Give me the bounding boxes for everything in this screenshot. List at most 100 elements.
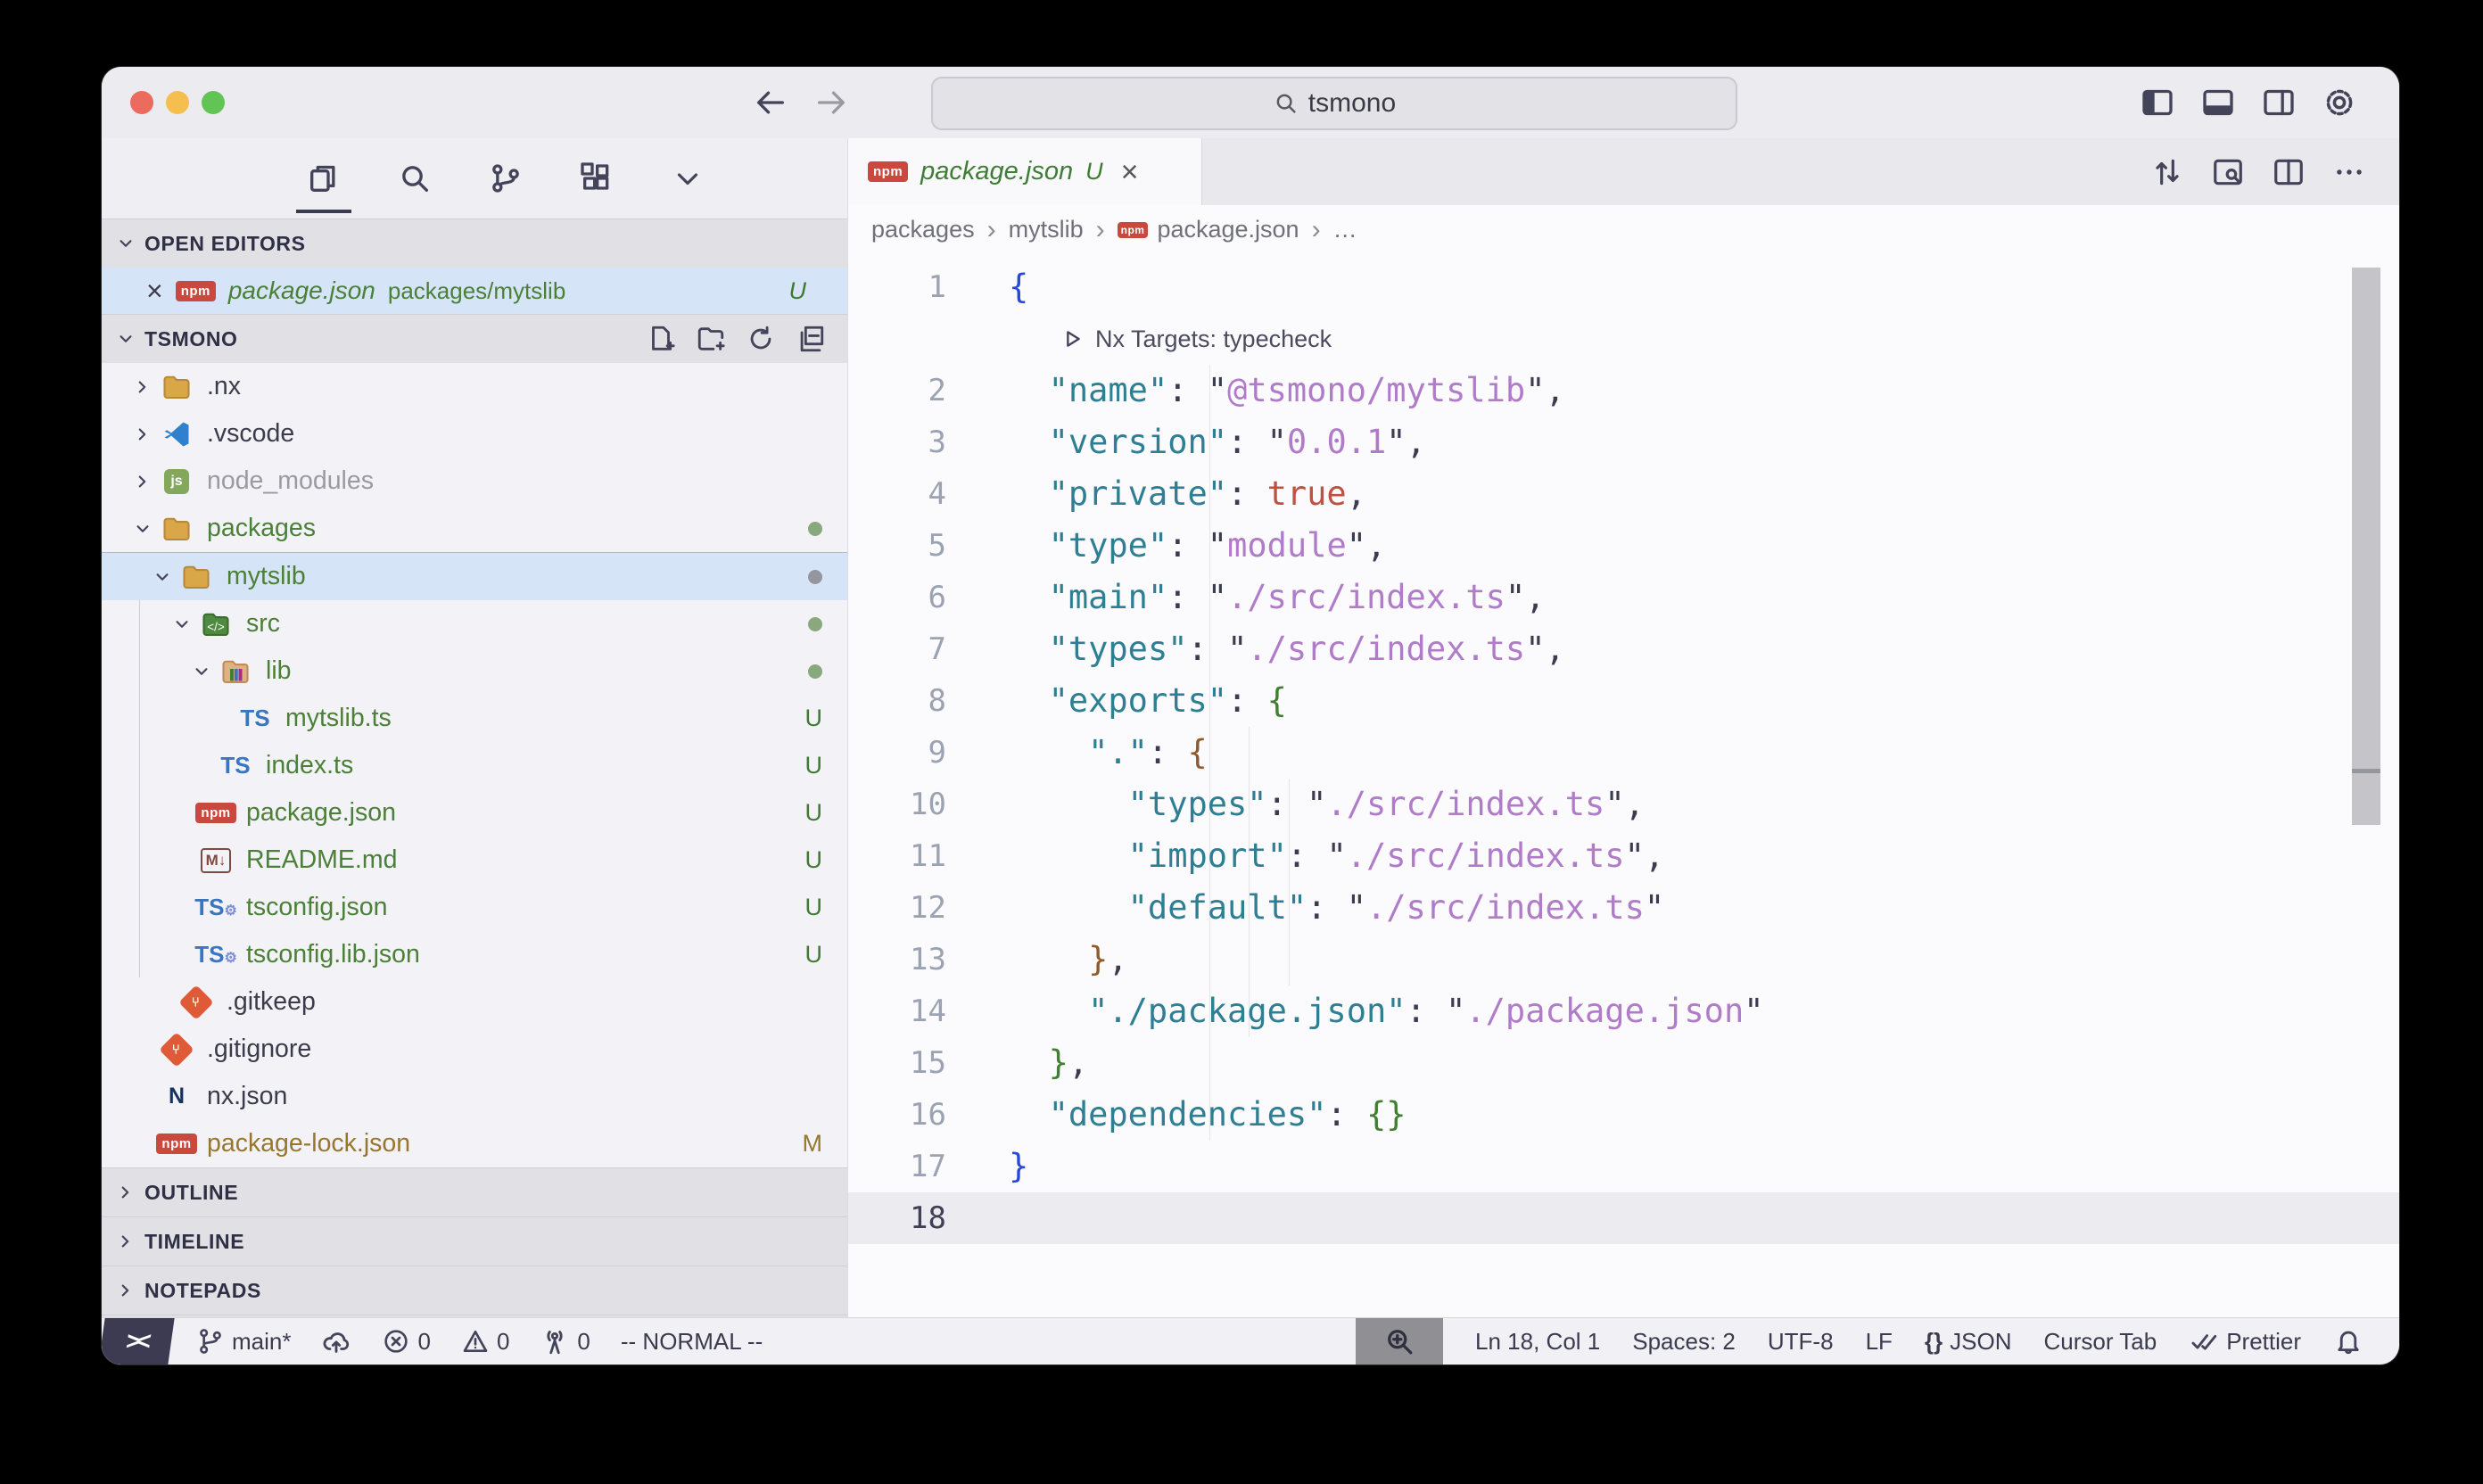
chevron-down-icon[interactable]: [128, 515, 157, 543]
explorer-section-header[interactable]: TSMONO: [102, 314, 847, 363]
notifications-bell-icon[interactable]: [2333, 1326, 2363, 1356]
code-line-3[interactable]: 3 "version": "0.0.1",: [848, 416, 2399, 468]
scrollbar-thumb[interactable]: [2352, 268, 2380, 825]
chevron-right-icon[interactable]: [128, 467, 157, 496]
tree-item--nx[interactable]: .nx: [102, 363, 847, 410]
chevron-right-icon[interactable]: [128, 373, 157, 401]
chevron-down-icon[interactable]: [168, 610, 196, 639]
refresh-icon[interactable]: [746, 324, 776, 354]
open-editor-item[interactable]: × npm package.json packages/mytslib U: [102, 268, 847, 314]
line-number[interactable]: 2: [848, 373, 946, 408]
tree-item-tsconfig-lib-json[interactable]: TS⚙tsconfig.lib.jsonU: [102, 931, 847, 978]
tree-item--gitignore[interactable]: ⑂.gitignore: [102, 1026, 847, 1073]
tree-item-node-modules[interactable]: jsnode_modules: [102, 458, 847, 505]
screencast-zoom-indicator[interactable]: [1356, 1318, 1443, 1364]
search-icon[interactable]: [394, 158, 435, 199]
code-line-5[interactable]: 5 "type": "module",: [848, 520, 2399, 572]
indentation-indicator[interactable]: Spaces: 2: [1632, 1328, 1736, 1356]
breadcrumb-item[interactable]: …: [1333, 216, 1357, 243]
line-col-indicator[interactable]: Ln 18, Col 1: [1475, 1328, 1600, 1356]
tree-item-mytslib[interactable]: mytslib: [102, 552, 847, 600]
panel-header-outline[interactable]: OUTLINE: [102, 1167, 847, 1217]
code-line-2[interactable]: 2 "name": "@tsmono/mytslib",: [848, 365, 2399, 416]
code-line-6[interactable]: 6 "main": "./src/index.ts",: [848, 572, 2399, 623]
toggle-panel-icon[interactable]: [2199, 84, 2237, 121]
tree-item-package-lock-json[interactable]: npmpackage-lock.jsonM: [102, 1120, 847, 1167]
code-line-11[interactable]: 11 "import": "./src/index.ts",: [848, 830, 2399, 882]
settings-gear-icon[interactable]: [2321, 84, 2358, 121]
panel-header-notepads[interactable]: NOTEPADS: [102, 1266, 847, 1315]
chevron-down-icon[interactable]: [148, 563, 177, 591]
toggle-secondary-sidebar-icon[interactable]: [2260, 84, 2297, 121]
code-line-13[interactable]: 13 },: [848, 934, 2399, 985]
tree-item-index-ts[interactable]: TSindex.tsU: [102, 742, 847, 789]
branch-indicator[interactable]: main*: [196, 1327, 291, 1356]
formatter-indicator[interactable]: Prettier: [2189, 1326, 2301, 1356]
command-center-search[interactable]: tsmono: [931, 77, 1737, 130]
more-actions-icon[interactable]: [2331, 154, 2367, 190]
line-number[interactable]: 3: [848, 425, 946, 460]
split-editor-icon[interactable]: [2271, 154, 2306, 190]
chevron-down-icon[interactable]: [667, 158, 708, 199]
line-number[interactable]: 4: [848, 476, 946, 512]
vim-mode-indicator[interactable]: -- NORMAL --: [621, 1328, 763, 1356]
tree-item--vscode[interactable]: .vscode: [102, 410, 847, 458]
code-line-16[interactable]: 16 "dependencies": {}: [848, 1089, 2399, 1141]
line-number[interactable]: 14: [848, 993, 946, 1029]
language-indicator[interactable]: {}JSON: [1925, 1328, 2012, 1356]
navigate-back-button[interactable]: [751, 83, 790, 122]
code-line-9[interactable]: 9 ".": {: [848, 727, 2399, 779]
code-line-7[interactable]: 7 "types": "./src/index.ts",: [848, 623, 2399, 675]
new-file-icon[interactable]: [646, 324, 676, 354]
problems-errors[interactable]: 0: [382, 1327, 430, 1356]
line-number[interactable]: 6: [848, 580, 946, 615]
code-line-10[interactable]: 10 "types": "./src/index.ts",: [848, 779, 2399, 830]
eol-indicator[interactable]: LF: [1866, 1328, 1893, 1356]
navigate-forward-button[interactable]: [812, 83, 851, 122]
code-line-17[interactable]: 17}: [848, 1141, 2399, 1192]
breadcrumb-item[interactable]: mytslib: [1009, 216, 1084, 243]
cursor-tab-indicator[interactable]: Cursor Tab: [2044, 1328, 2157, 1356]
line-number[interactable]: 8: [848, 683, 946, 719]
code-line-18[interactable]: 18: [848, 1192, 2399, 1244]
remote-indicator[interactable]: ><: [102, 1318, 175, 1364]
line-number[interactable]: 10: [848, 787, 946, 822]
line-number[interactable]: 11: [848, 838, 946, 874]
code-line-1[interactable]: 1{: [848, 261, 2399, 313]
tree-item-packages[interactable]: packages: [102, 505, 847, 552]
line-number[interactable]: 9: [848, 735, 946, 771]
close-tab-icon[interactable]: ×: [1121, 157, 1139, 187]
line-number[interactable]: 16: [848, 1097, 946, 1133]
close-icon[interactable]: ×: [146, 275, 163, 308]
tree-item-package-json[interactable]: npmpackage.jsonU: [102, 789, 847, 837]
panel-header-timeline[interactable]: TIMELINE: [102, 1217, 847, 1266]
code-line-8[interactable]: 8 "exports": {: [848, 675, 2399, 727]
minimize-window-button[interactable]: [166, 91, 189, 114]
open-editors-header[interactable]: OPEN EDITORS: [102, 218, 847, 268]
breadcrumb-item[interactable]: packages: [871, 216, 975, 243]
line-number[interactable]: 17: [848, 1149, 946, 1184]
collapse-all-icon[interactable]: [796, 324, 826, 354]
open-preview-icon[interactable]: [2210, 154, 2246, 190]
problems-warnings[interactable]: 0: [461, 1327, 509, 1356]
chevron-right-icon[interactable]: [128, 420, 157, 449]
encoding-indicator[interactable]: UTF-8: [1768, 1328, 1834, 1356]
broadcast-indicator[interactable]: 0: [540, 1326, 590, 1356]
source-control-icon[interactable]: [485, 158, 526, 199]
tree-item-readme-md[interactable]: M↓README.mdU: [102, 837, 847, 884]
open-changes-icon[interactable]: [2149, 154, 2185, 190]
codelens-nx-targets[interactable]: Nx Targets: typecheck: [848, 313, 2399, 365]
line-number[interactable]: 15: [848, 1045, 946, 1081]
tree-item-mytslib-ts[interactable]: TSmytslib.tsU: [102, 695, 847, 742]
chevron-down-icon[interactable]: [187, 657, 216, 686]
files-icon[interactable]: [303, 158, 344, 199]
code-line-4[interactable]: 4 "private": true,: [848, 468, 2399, 520]
line-number[interactable]: 18: [848, 1200, 946, 1236]
tree-item-src[interactable]: </>src: [102, 600, 847, 647]
toggle-primary-sidebar-icon[interactable]: [2139, 84, 2176, 121]
line-number[interactable]: 12: [848, 890, 946, 926]
extensions-icon[interactable]: [576, 158, 617, 199]
sync-indicator[interactable]: [321, 1326, 351, 1356]
code-line-12[interactable]: 12 "default": "./src/index.ts": [848, 882, 2399, 934]
tree-item-lib[interactable]: lib: [102, 647, 847, 695]
